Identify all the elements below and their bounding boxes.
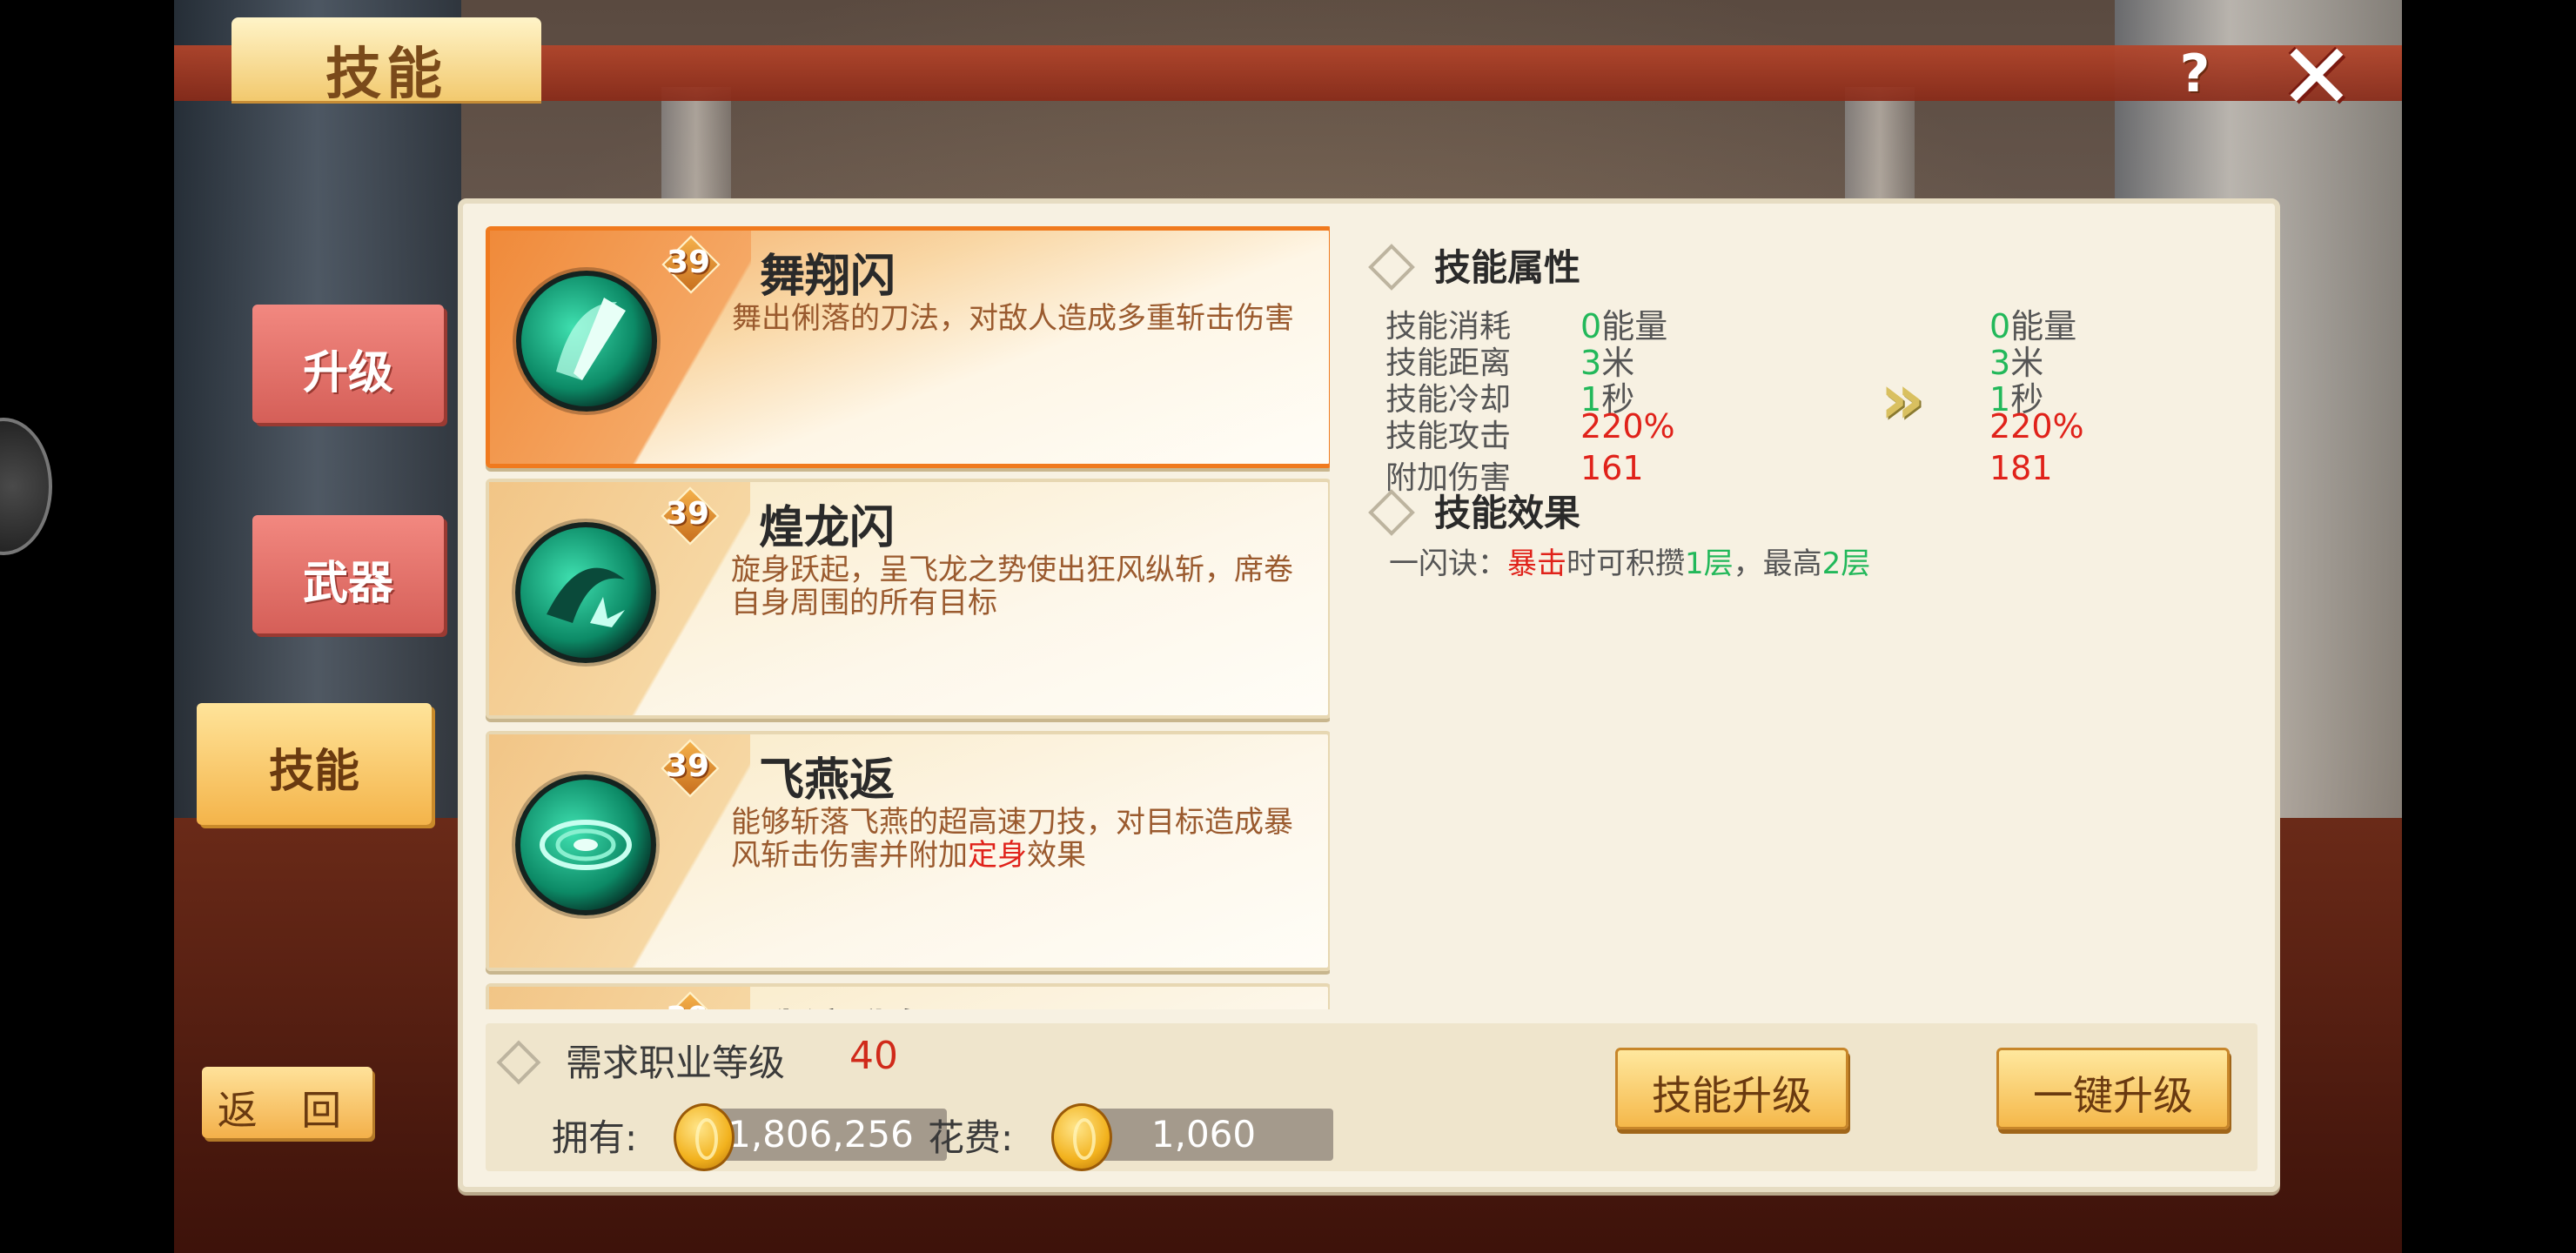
- effect-stack: 1层: [1685, 546, 1734, 581]
- skill-attributes: 技能属性 技能消耗 0能量 0能量 技能距离 3米 3米 技能冷却 1秒 1秒 …: [1368, 238, 2245, 673]
- attr-row: 技能攻击: [1385, 411, 1511, 454]
- skill-name: 舞翔闪: [760, 251, 896, 303]
- skill-level-badge: 39: [661, 739, 720, 798]
- tab-weapon[interactable]: 武器: [252, 515, 444, 633]
- skill-level-badge: 39: [661, 991, 720, 1009]
- skill-desc: 舞出俐落的刀法，对敌人造成多重斩击伤害: [732, 301, 1294, 336]
- skill-icon-dragon: [515, 522, 656, 663]
- effect-max-stack: 2层: [1821, 546, 1871, 581]
- skill-upgrade-button[interactable]: 技能升级: [1615, 1048, 1848, 1129]
- tab-skill[interactable]: 技能: [197, 703, 432, 825]
- tab-weapon-label: 武器: [302, 558, 393, 610]
- skill-icon-whirlwind: [515, 774, 656, 915]
- close-button[interactable]: ✕: [2273, 31, 2360, 122]
- title-tab: 技能: [231, 17, 541, 107]
- owned-label: 拥有:: [552, 1116, 638, 1159]
- skill-desc: 能够斩落飞燕的超高速刀技，对目标造成暴风斩击伤害并附加定身效果: [731, 806, 1305, 872]
- skill-upgrade-label: 技能升级: [1652, 1072, 1812, 1119]
- one-click-upgrade-button[interactable]: 一键升级: [1996, 1048, 2230, 1129]
- skill-card[interactable]: 39 煌龙闪 旋身跃起，呈飞龙之势使出狂风纵斩，席卷自身周围的所有目标: [486, 479, 1330, 719]
- skill-name: 煌龙闪: [759, 502, 896, 554]
- effect-mid: ，最高: [1733, 546, 1822, 581]
- attr-current: 161: [1580, 449, 1644, 487]
- skill-desc-highlight: 定身: [968, 838, 1027, 873]
- gold-coin-icon: [674, 1103, 735, 1171]
- skill-level: 39: [665, 748, 710, 784]
- skill-name: 飞燕返: [759, 754, 896, 807]
- attr-next: 181: [1989, 449, 2053, 487]
- upgrade-bar: 需求职业等级 40 拥有: 1,806,256 花费: 1,060 技能升级 一…: [486, 1023, 2257, 1171]
- attr-next: 220%: [1989, 407, 2084, 446]
- diamond-icon: [496, 1040, 541, 1084]
- back-button-label: 返 回: [217, 1087, 358, 1134]
- attr-current: 220%: [1580, 407, 1675, 446]
- effect-crit: 暴击: [1507, 546, 1566, 581]
- skill-card[interactable]: 39 我流乱舞: [486, 983, 1330, 1009]
- back-button[interactable]: 返 回: [202, 1067, 372, 1138]
- effect-mid: 时可积攒: [1566, 546, 1685, 581]
- skill-level: 39: [661, 1001, 714, 1009]
- skill-level-badge: 39: [661, 235, 721, 294]
- skill-level-badge: 39: [661, 486, 720, 546]
- skill-desc-text: 效果: [1027, 838, 1086, 873]
- effect-heading: 技能效果: [1368, 484, 1581, 537]
- one-click-upgrade-label: 一键升级: [2033, 1072, 2193, 1119]
- gold-coin-icon: [1051, 1103, 1112, 1171]
- diamond-icon: [1368, 488, 1415, 536]
- floating-button[interactable]: [0, 418, 52, 555]
- skill-level: 39: [666, 245, 711, 280]
- skill-name: 我流乱舞: [759, 995, 940, 1009]
- tab-upgrade[interactable]: 升级: [252, 305, 444, 423]
- skill-icon-blade: [516, 271, 657, 412]
- skill-desc: 旋身跃起，呈飞龙之势使出狂风纵斩，席卷自身周围的所有目标: [731, 553, 1293, 620]
- diamond-icon: [1368, 243, 1415, 291]
- requirement-value: 40: [849, 1034, 898, 1078]
- attr-row: 技能冷却: [1385, 374, 1511, 418]
- effect-heading-text: 技能效果: [1434, 492, 1581, 534]
- help-button[interactable]: ?: [2169, 44, 2221, 104]
- attr-row: 技能距离: [1385, 338, 1511, 381]
- effect-text: 一闪诀：暴击时可积攒1层，最高2层: [1389, 539, 1870, 582]
- requirement: 需求职业等级: [496, 1034, 786, 1087]
- attr-row: 技能消耗: [1385, 301, 1511, 345]
- tab-upgrade-label: 升级: [302, 347, 393, 399]
- skill-card[interactable]: 39 飞燕返 能够斩落飞燕的超高速刀技，对目标造成暴风斩击伤害并附加定身效果: [486, 731, 1330, 971]
- effect-prefix: 一闪诀：: [1389, 546, 1507, 581]
- tab-skill-label: 技能: [268, 746, 359, 798]
- page-title: 技能: [325, 43, 447, 107]
- skill-level: 39: [665, 496, 710, 532]
- attr-label: 技能攻击: [1385, 419, 1512, 454]
- cost-label: 花费:: [928, 1116, 1014, 1159]
- requirement-label: 需求职业等级: [566, 1042, 786, 1084]
- double-arrow-icon: »: [1880, 358, 1925, 439]
- cost-amount: 1,060: [1074, 1109, 1333, 1161]
- skill-panel: 39 舞翔闪 舞出俐落的刀法，对敌人造成多重斩击伤害 39 煌龙闪 旋身跃起，呈…: [458, 198, 2280, 1192]
- attributes-heading-text: 技能属性: [1434, 246, 1581, 289]
- attributes-heading: 技能属性: [1368, 238, 1581, 291]
- skill-card[interactable]: 39 舞翔闪 舞出俐落的刀法，对敌人造成多重斩击伤害: [486, 226, 1330, 468]
- skill-list[interactable]: 39 舞翔闪 舞出俐落的刀法，对敌人造成多重斩击伤害 39 煌龙闪 旋身跃起，呈…: [486, 226, 1330, 1009]
- game-screen: 技能 ? ✕ 升级 武器 技能 返 回 39 舞翔闪 舞出俐落的刀法，对敌人造成…: [174, 0, 2402, 1253]
